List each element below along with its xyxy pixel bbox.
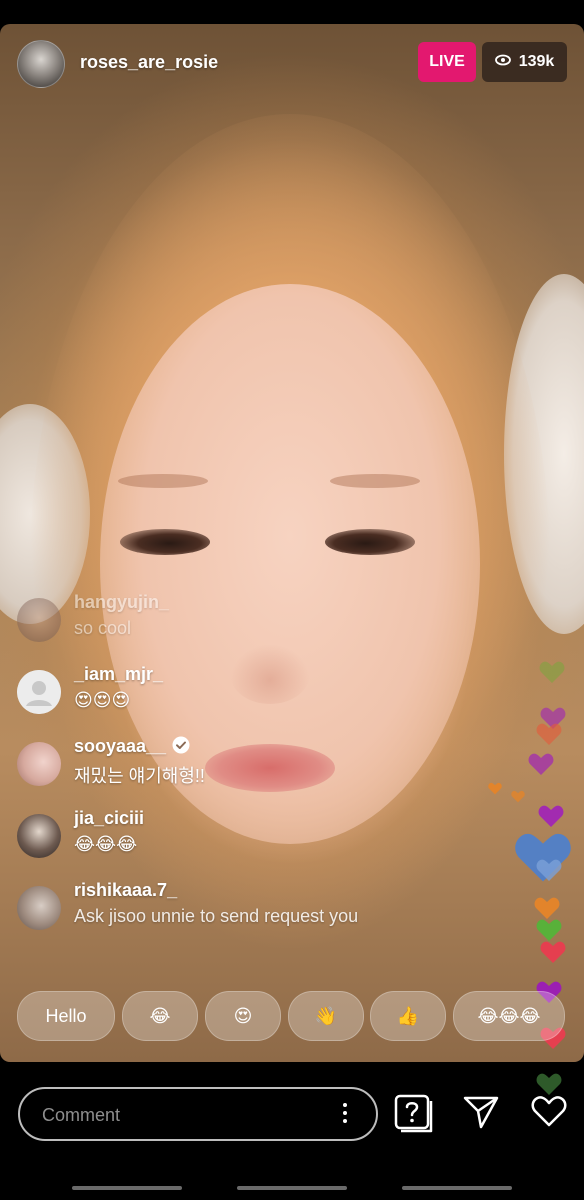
comment-text: 😍😍😍 xyxy=(74,690,131,710)
comment-username[interactable]: hangyujin_ xyxy=(74,592,169,613)
floating-heart-icon xyxy=(534,897,560,919)
reaction-chip-hello[interactable]: Hello xyxy=(17,991,115,1041)
comment-text: 😂😂😂 xyxy=(74,834,138,854)
reaction-chip-wave[interactable]: 👋 xyxy=(288,991,364,1041)
nav-indicator xyxy=(402,1186,512,1190)
send-icon[interactable] xyxy=(462,1093,502,1133)
comment-username[interactable]: rishikaaa.7_ xyxy=(74,880,177,901)
reaction-chip-laughing[interactable]: 😂 xyxy=(122,991,198,1041)
floating-heart-icon xyxy=(540,941,566,963)
comment-item[interactable]: sooyaaa__ 재밌는 얘기해형!! xyxy=(17,736,457,796)
comment-username[interactable]: sooyaaa__ xyxy=(74,736,190,757)
floating-heart-icon xyxy=(536,919,562,941)
username-label: sooyaaa__ xyxy=(74,736,167,756)
eye-icon xyxy=(494,53,511,71)
comment-input[interactable]: Comment xyxy=(18,1087,378,1141)
verified-badge-icon xyxy=(172,736,190,754)
floating-heart-icon xyxy=(538,805,564,827)
avatar[interactable] xyxy=(17,886,61,930)
viewer-count: 139k xyxy=(518,53,555,70)
comment-placeholder: Comment xyxy=(42,1105,121,1125)
question-icon[interactable] xyxy=(393,1093,433,1133)
live-badge: LIVE xyxy=(418,42,476,82)
comment-item[interactable]: rishikaaa.7_ Ask jisoo unnie to send req… xyxy=(17,880,437,940)
comment-item[interactable]: hangyujin_ so cool xyxy=(17,592,457,652)
quick-reactions-bar: Hello 😂 😍 👋 👍 😂😂😂 xyxy=(17,991,584,1041)
reaction-chip-laughing-triple[interactable]: 😂😂😂 xyxy=(453,991,565,1041)
comment-username[interactable]: jia_ciciii xyxy=(74,808,144,829)
nav-indicator xyxy=(237,1186,347,1190)
eye-right xyxy=(325,529,415,555)
heart-icon[interactable] xyxy=(530,1093,570,1133)
avatar[interactable] xyxy=(17,598,61,642)
floating-heart-icon xyxy=(488,782,502,795)
comment-item[interactable]: _iam_mjr_ 😍😍😍 xyxy=(17,664,457,724)
comment-text: Ask jisoo unnie to send request you xyxy=(74,906,359,926)
default-avatar-icon xyxy=(17,670,61,714)
comment-text: so cool xyxy=(74,618,132,638)
reaction-chip-heart-eyes[interactable]: 😍 xyxy=(205,991,281,1041)
comment-username[interactable]: _iam_mjr_ xyxy=(74,664,163,685)
viewer-count-button[interactable]: 139k xyxy=(482,42,567,82)
live-header: roses_are_rosie LIVE 139k xyxy=(0,24,584,104)
comment-text: 재밌는 얘기해형!! xyxy=(74,766,205,786)
floating-heart-icon xyxy=(536,723,562,745)
floating-heart-icon xyxy=(539,661,565,683)
floating-heart-icon xyxy=(511,790,525,803)
reaction-chip-thumbs-up[interactable]: 👍 xyxy=(370,991,446,1041)
host-username[interactable]: roses_are_rosie xyxy=(80,52,218,73)
live-screen: roses_are_rosie LIVE 139k hangyujin_ so … xyxy=(0,0,584,1200)
floating-heart-icon xyxy=(528,753,554,775)
eye-left xyxy=(120,529,210,555)
host-avatar[interactable] xyxy=(17,40,65,88)
avatar[interactable] xyxy=(17,814,61,858)
avatar[interactable] xyxy=(17,670,61,714)
eyebrow-left xyxy=(118,474,208,488)
comment-item[interactable]: jia_ciciii 😂😂😂 xyxy=(17,808,457,868)
more-vertical-icon[interactable] xyxy=(342,1103,348,1127)
eyebrow-right xyxy=(330,474,420,488)
nav-indicator xyxy=(72,1186,182,1190)
avatar[interactable] xyxy=(17,742,61,786)
floating-heart-icon xyxy=(536,859,562,881)
